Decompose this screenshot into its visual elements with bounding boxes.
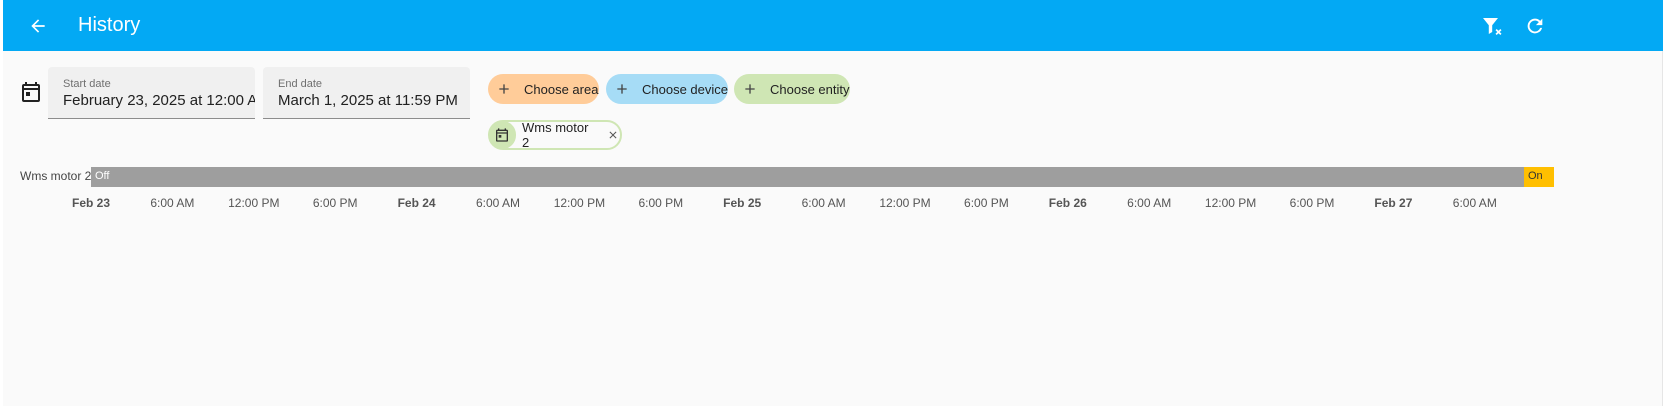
choose-entity-label: Choose entity [770,81,850,97]
choose-entity-button[interactable]: Choose entity [734,74,850,104]
timeline-tick-label: 6:00 AM [475,196,521,210]
page-title: History [78,14,141,36]
start-date-label: Start date [63,78,111,90]
timeline-tick-label: 12:00 PM [879,196,931,210]
timeline-tick-label: 6:00 AM [1127,196,1172,210]
timeline-tick-label: 12:00 PM [228,196,280,210]
timeline-tick-label: 6:00 PM [964,196,1009,210]
refresh-icon [1527,18,1543,34]
state-on-label: On [1528,170,1543,182]
back-button[interactable] [25,13,51,39]
plus-icon [499,84,509,94]
filter-remove-icon [1483,18,1502,35]
choose-device-label: Choose device [642,81,728,97]
calendar-icon [489,121,516,149]
timeline-tick-label: 6:00 AM [150,196,195,210]
history-panel: History Start date February 23, 2025 at … [3,0,1663,406]
selected-entity-chip[interactable]: Wms motor 2 [488,120,622,150]
timeline-entity-label: Wms motor 2 [20,169,92,183]
refresh-button[interactable] [1522,13,1548,39]
timeline-tick-label: 12:00 PM [1204,196,1257,210]
choose-device-button[interactable]: Choose device [606,74,728,104]
timeline-tick-label: 6:00 PM [638,196,684,210]
end-date-label: End date [278,78,323,90]
timeline-tick-label: 6:00 AM [1452,196,1497,210]
timeline-tick-label: 12:00 PM [553,196,606,210]
timeline-tick-label: Feb 24 [397,196,436,210]
end-date-value: March 1, 2025 at 11:59 PM [278,92,458,109]
start-date-value: February 23, 2025 at 12:00 AM [63,92,255,109]
arrow-left-icon [31,19,45,33]
close-icon [609,131,617,139]
remove-entity-button[interactable] [607,128,621,142]
end-date-field[interactable]: End date March 1, 2025 at 11:59 PM [263,67,470,119]
state-off-label: Off [95,170,110,182]
timeline-tick-label: Feb 27 [1374,196,1413,210]
timeline-tick-label: 6:00 AM [801,196,846,210]
timeline-tick-label: Feb 26 [1048,196,1087,210]
state-bar-off[interactable]: Off [91,167,1524,187]
state-bar-on[interactable]: On [1524,167,1554,187]
clear-filters-button[interactable] [1479,13,1505,39]
plus-icon [617,84,627,94]
plus-icon [745,84,755,94]
calendar-icon[interactable] [19,80,43,104]
choose-area-button[interactable]: Choose area [488,74,599,104]
timeline-tick-label: 6:00 PM [1289,196,1335,210]
app-bar: History [3,0,1663,51]
start-date-field[interactable]: Start date February 23, 2025 at 12:00 AM [48,67,255,119]
timeline-tick-label: 6:00 PM [312,196,358,210]
timeline-tick-label: Feb 23 [71,196,111,210]
selected-entity-label: Wms motor 2 [521,120,589,150]
timeline-tick-label: Feb 25 [723,196,762,210]
choose-area-label: Choose area [524,81,599,97]
